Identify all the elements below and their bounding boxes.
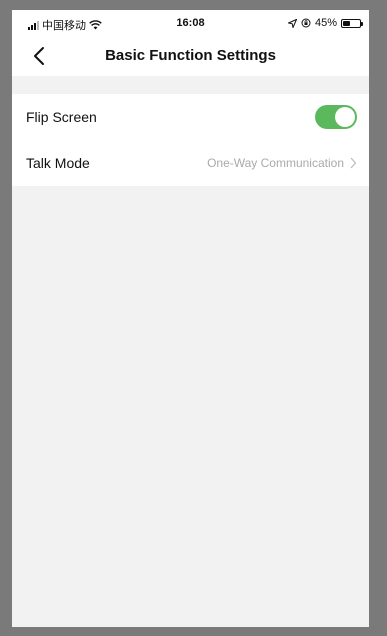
status-right: 45% bbox=[287, 17, 363, 29]
battery-percent: 45% bbox=[314, 17, 337, 29]
app-screen: 中国移动 16:08 45% Basic Function Settings F… bbox=[12, 10, 369, 627]
toggle-knob bbox=[335, 107, 355, 127]
location-icon bbox=[287, 18, 297, 28]
flip-screen-toggle[interactable] bbox=[315, 105, 357, 129]
flip-screen-label: Flip Screen bbox=[26, 109, 97, 125]
talk-mode-value: One-Way Communication bbox=[207, 156, 344, 170]
orientation-lock-icon bbox=[301, 18, 311, 28]
nav-bar: Basic Function Settings bbox=[12, 36, 369, 76]
status-bar: 中国移动 16:08 45% bbox=[12, 10, 369, 36]
talk-mode-row[interactable]: Talk Mode One-Way Communication bbox=[12, 140, 369, 186]
chevron-right-icon bbox=[350, 157, 357, 169]
battery-icon bbox=[341, 18, 363, 28]
settings-list: Flip Screen Talk Mode One-Way Communicat… bbox=[12, 94, 369, 186]
flip-screen-row[interactable]: Flip Screen bbox=[12, 94, 369, 140]
talk-mode-label: Talk Mode bbox=[26, 155, 90, 171]
battery-fill bbox=[343, 20, 351, 26]
page-title: Basic Function Settings bbox=[105, 47, 276, 64]
